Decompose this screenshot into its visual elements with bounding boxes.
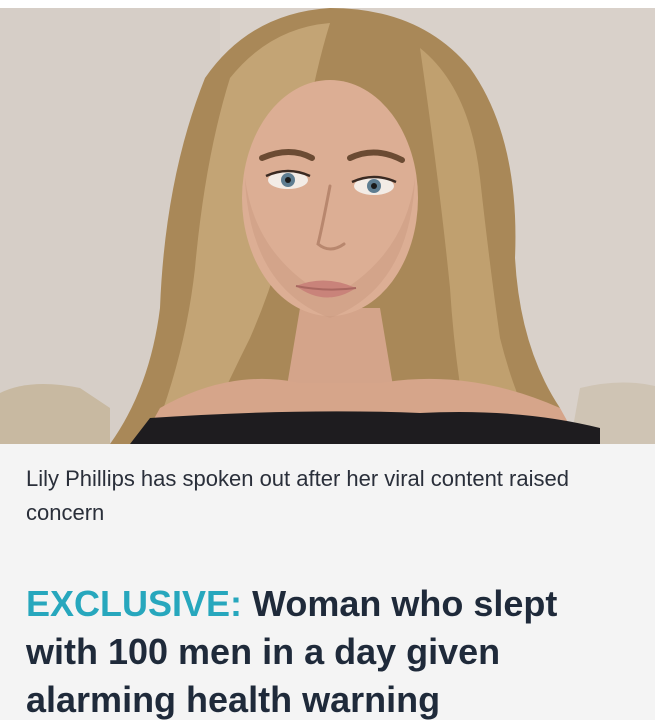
- exclusive-tag: EXCLUSIVE:: [26, 583, 243, 624]
- image-caption: Lily Phillips has spoken out after her v…: [26, 466, 569, 525]
- portrait-illustration: [0, 8, 655, 444]
- article-headline[interactable]: EXCLUSIVE: Woman who slept with 100 men …: [26, 580, 629, 720]
- article-hero-image[interactable]: [0, 8, 655, 444]
- article-page: Lily Phillips has spoken out after her v…: [0, 0, 655, 720]
- top-divider: [0, 0, 655, 8]
